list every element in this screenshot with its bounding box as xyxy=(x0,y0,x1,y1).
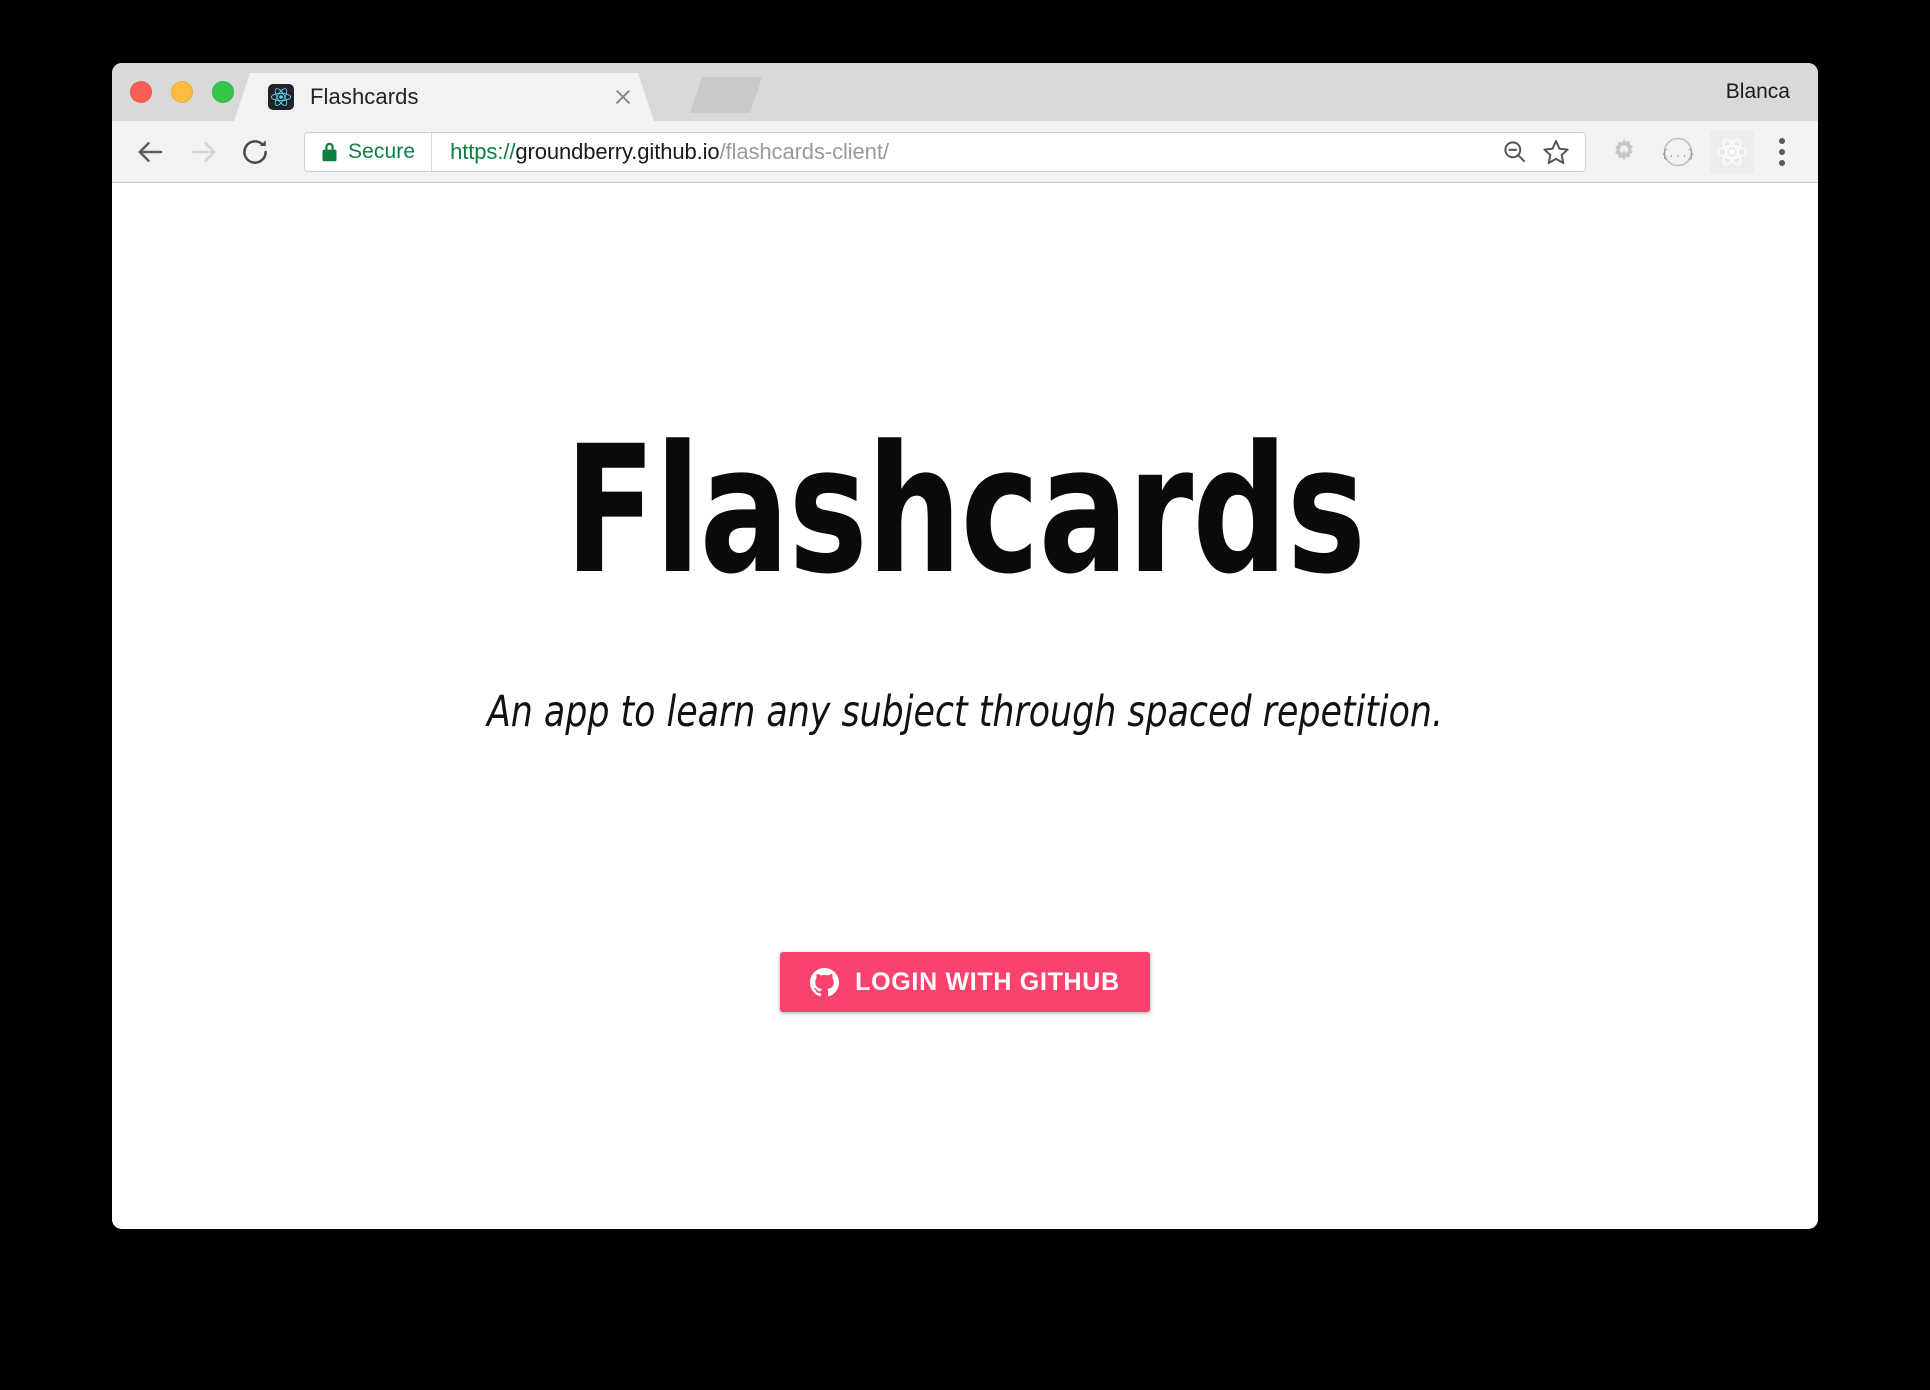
address-bar[interactable]: Secure https://groundberry.github.io/fla… xyxy=(304,131,1586,172)
menu-dot xyxy=(1779,148,1785,155)
browser-window: Flashcards Blanca Secure https://groundb… xyxy=(112,63,1818,1229)
close-icon[interactable] xyxy=(608,82,638,112)
menu-dot xyxy=(1779,137,1785,144)
profile-name-label[interactable]: Blanca xyxy=(1726,80,1790,104)
forward-arrow-icon xyxy=(180,129,226,175)
react-logo-icon xyxy=(268,84,294,110)
tab-flashcards[interactable]: Flashcards xyxy=(234,73,654,121)
gear-extension-icon[interactable] xyxy=(1602,130,1646,174)
tab-title: Flashcards xyxy=(310,84,419,109)
window-controls xyxy=(130,81,234,103)
menu-dot xyxy=(1779,159,1785,166)
browser-toolbar: Secure https://groundberry.github.io/fla… xyxy=(112,121,1818,183)
braces-circle-icon[interactable]: {...} xyxy=(1656,130,1700,174)
url-scheme: https:// xyxy=(450,138,516,164)
security-label: Secure xyxy=(348,139,416,163)
page-title: Flashcards xyxy=(564,408,1366,613)
zoom-out-icon[interactable] xyxy=(1493,133,1535,171)
url-host: groundberry.github.io xyxy=(515,138,720,164)
star-icon[interactable] xyxy=(1535,133,1577,171)
svg-text:{...}: {...} xyxy=(1662,149,1694,161)
url-text[interactable]: https://groundberry.github.io/flashcards… xyxy=(450,139,1493,165)
react-devtools-icon[interactable] xyxy=(1710,129,1754,174)
github-icon xyxy=(810,967,840,997)
back-arrow-icon[interactable] xyxy=(128,129,174,175)
page-tagline: An app to learn any subject through spac… xyxy=(487,687,1443,737)
lock-icon xyxy=(321,141,338,162)
new-tab-button[interactable] xyxy=(690,77,762,113)
security-indicator[interactable]: Secure xyxy=(305,132,433,171)
tab-strip: Flashcards Blanca xyxy=(112,63,1818,121)
login-with-github-button[interactable]: LOGIN WITH GITHUB xyxy=(780,952,1150,1012)
window-maximize-button[interactable] xyxy=(212,81,234,103)
url-path: /flashcards-client/ xyxy=(719,138,889,164)
page-content: Flashcards An app to learn any subject t… xyxy=(112,183,1818,1228)
login-button-label: LOGIN WITH GITHUB xyxy=(855,967,1120,996)
reload-icon[interactable] xyxy=(232,129,278,175)
three-dot-menu-icon[interactable] xyxy=(1762,130,1802,174)
window-close-button[interactable] xyxy=(130,81,152,103)
window-minimize-button[interactable] xyxy=(171,81,193,103)
